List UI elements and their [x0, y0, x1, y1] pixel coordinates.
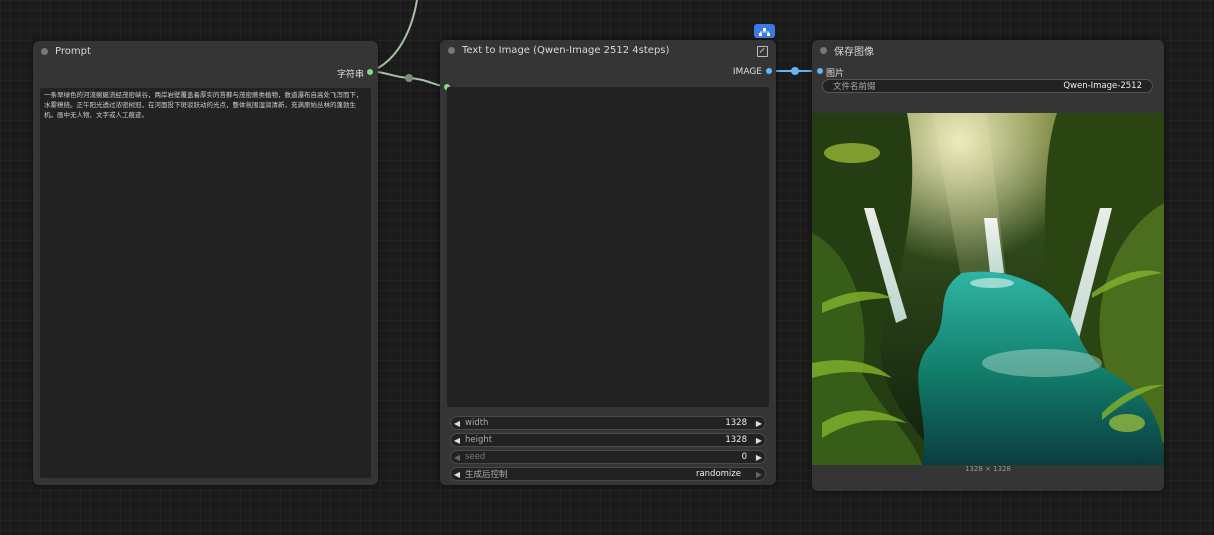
width-widget[interactable]: ◀ width 1328 ▶ [450, 416, 766, 430]
collapse-dot[interactable] [41, 47, 48, 55]
height-widget[interactable]: ◀ height 1328 ▶ [450, 433, 766, 447]
arrow-right-icon[interactable]: ▶ [753, 419, 765, 428]
subgraph-icon [759, 28, 770, 36]
prompt-node[interactable]: Prompt 字符串 一条翠绿色的河流蜿蜒流经茂密峡谷，两岸岩壁覆盖着厚实的苔藓… [33, 41, 378, 485]
filename-prefix-widget[interactable]: 文件名前缀 Qwen-Image-2512 [822, 79, 1153, 93]
arrow-left-icon[interactable]: ◀ [451, 453, 463, 462]
height-label: height [465, 435, 493, 445]
arrow-right-icon[interactable]: ▶ [753, 470, 765, 479]
expand-icon[interactable] [757, 46, 768, 57]
seed-value: 0 [741, 452, 747, 462]
save-node-title: 保存图像 [834, 46, 874, 58]
wire-offscreen [371, 0, 418, 72]
seed-label: seed [465, 452, 486, 462]
text-to-image-node[interactable]: Text to Image (Qwen-Image 2512 4steps) I… [440, 40, 776, 485]
image-input-port[interactable] [817, 68, 823, 74]
arrow-left-icon[interactable]: ◀ [451, 436, 463, 445]
subgraph-badge[interactable] [754, 24, 775, 38]
collapse-dot[interactable] [820, 46, 827, 54]
height-value: 1328 [725, 435, 747, 445]
prompt-node-header[interactable]: Prompt [33, 41, 378, 61]
image-output-label: IMAGE [732, 67, 762, 77]
t2i-node-title: Text to Image (Qwen-Image 2512 4steps) [462, 44, 670, 56]
width-value: 1328 [725, 418, 747, 428]
image-size-caption: 1328 × 1328 [965, 465, 1011, 473]
collapse-dot[interactable] [448, 46, 455, 54]
wire-reroute-dot[interactable] [405, 74, 413, 82]
string-output-label: 字符串 [336, 70, 364, 80]
save-image-node[interactable]: 保存图像 图片 文件名前缀 Qwen-Image-2512 1328 × 132… [812, 40, 1164, 491]
arrow-right-icon[interactable]: ▶ [753, 436, 765, 445]
arrow-right-icon[interactable]: ▶ [753, 453, 765, 462]
arrow-left-icon[interactable]: ◀ [451, 419, 463, 428]
prompt-textarea[interactable]: 一条翠绿色的河流蜿蜒流经茂密峡谷，两岸岩壁覆盖着厚实的苔藓与茂密蕨类植物，数道瀑… [40, 88, 371, 478]
width-label: width [465, 418, 489, 428]
control-value: randomize [695, 469, 741, 479]
output-image-preview[interactable] [812, 113, 1164, 465]
t2i-node-header[interactable]: Text to Image (Qwen-Image 2512 4steps) [440, 40, 776, 60]
save-node-header[interactable]: 保存图像 [812, 40, 1164, 60]
image-input-label: 图片 [826, 69, 845, 79]
wire-image-dot[interactable] [791, 67, 799, 75]
t2i-prompt-input-area[interactable] [447, 87, 769, 407]
filename-prefix-value: Qwen-Image-2512 [1063, 81, 1142, 91]
string-output-port[interactable] [367, 69, 373, 75]
prompt-node-title: Prompt [55, 45, 91, 57]
seed-widget[interactable]: ◀ seed 0 ▶ [450, 450, 766, 464]
arrow-left-icon[interactable]: ◀ [451, 470, 463, 479]
control-label: 生成后控制 [465, 470, 508, 480]
control-after-generate-widget[interactable]: ◀ 生成后控制 randomize ▶ [450, 467, 766, 481]
filename-prefix-label: 文件名前缀 [833, 82, 876, 92]
image-output-port[interactable] [766, 68, 772, 74]
